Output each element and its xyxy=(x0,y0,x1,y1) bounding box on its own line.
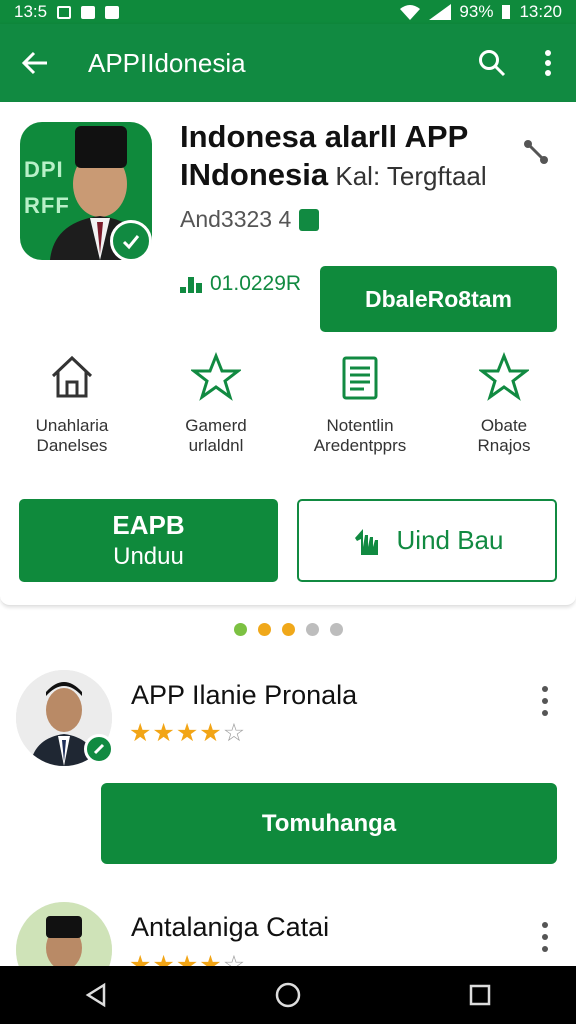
system-nav-bar xyxy=(0,966,576,1024)
more-vert-icon-dot xyxy=(542,698,548,704)
share-button[interactable] xyxy=(522,136,552,166)
hand-pointer-icon xyxy=(354,528,378,555)
wifi-icon xyxy=(400,5,421,20)
star-filled-icon: ★ xyxy=(129,719,153,747)
install-button[interactable]: EAPB Unduu xyxy=(19,499,278,582)
version-row: And3323 4 xyxy=(180,206,320,233)
list-item-title: Antalaniga Catai xyxy=(131,912,330,942)
feature-label: Gamerd urlaldnl xyxy=(185,416,247,455)
app-bar-title: APPIIdonesia xyxy=(88,47,246,78)
status-bar: 13:5 93% 13:20 xyxy=(0,0,576,24)
recents-square-icon xyxy=(469,984,491,1006)
more-vert-icon-dot xyxy=(542,946,548,952)
star-filled-icon: ★ xyxy=(175,719,200,747)
avatar-portrait xyxy=(16,902,112,966)
app-title-line1: Indonesa alarll APP xyxy=(180,119,469,154)
app-title-subtitle: Kal: Tergftaal xyxy=(328,161,487,191)
status-time-right: 13:20 xyxy=(519,2,562,21)
feature-row: Unahlaria Danelses Gamerd urlaldnl Noten… xyxy=(0,352,576,462)
more-vert-icon-dot xyxy=(542,934,548,940)
list-item-title: APP Ilanie Pronala xyxy=(131,680,358,710)
app-detail-card: DPI RFF Indonesa alarll APP INdonesia Ka… xyxy=(0,102,576,606)
page-dot[interactable] xyxy=(257,623,271,636)
app-title: Indonesa alarll APP INdonesia Kal: Tergf… xyxy=(180,118,520,195)
more-vert-icon-dot xyxy=(542,922,548,928)
page-indicator xyxy=(0,623,576,636)
version-badge-icon xyxy=(299,208,320,231)
nav-back-button[interactable] xyxy=(66,966,126,1024)
list-item-more-button[interactable] xyxy=(533,922,557,952)
star-outline-icon xyxy=(479,352,529,401)
share-icon xyxy=(524,140,548,164)
signal-icon xyxy=(429,4,452,20)
download-icon xyxy=(105,5,120,19)
star-filled-icon: ★ xyxy=(175,951,200,966)
download-count: 01.0229R xyxy=(178,272,301,296)
star-filled-icon: ★ xyxy=(129,951,153,966)
avatar-verified-badge xyxy=(84,734,114,764)
feature-label: Obate Rnajos xyxy=(477,416,531,455)
secondary-action-label: Uind Bau xyxy=(396,525,504,555)
top-app-bar: APPIIdonesia xyxy=(0,24,576,102)
star-empty-icon: ☆ xyxy=(222,951,247,966)
overflow-menu-button[interactable] xyxy=(520,24,576,102)
list-action-button[interactable]: Tomuhanga xyxy=(101,783,557,864)
lock-icon xyxy=(81,5,96,19)
page-dot[interactable] xyxy=(233,623,247,636)
page-dot[interactable] xyxy=(305,623,319,636)
search-icon xyxy=(479,50,506,77)
home-circle-icon xyxy=(275,982,301,1008)
app-title-line2: INdonesia xyxy=(180,157,329,192)
feature-item[interactable]: Gamerd urlaldnl xyxy=(144,352,288,462)
install-button-line2: Unduu xyxy=(113,543,184,570)
download-count-icon xyxy=(180,277,202,293)
verified-badge xyxy=(110,220,152,262)
star-filled-icon: ★ xyxy=(152,951,176,966)
back-button[interactable] xyxy=(0,24,70,102)
list-item-more-button[interactable] xyxy=(533,686,557,716)
nav-home-button[interactable] xyxy=(258,966,318,1024)
nav-recents-button[interactable] xyxy=(450,966,510,1024)
app-screen: 13:5 93% 13:20 APPIIdonesia DPI RFF Indo… xyxy=(0,0,576,1024)
download-count-text: 01.0229R xyxy=(210,272,302,295)
feature-item[interactable]: Unahlaria Danelses xyxy=(0,352,144,462)
secondary-action-button[interactable]: Uind Bau xyxy=(297,499,557,582)
feature-item[interactable]: Obate Rnajos xyxy=(432,352,576,462)
check-icon xyxy=(122,235,140,250)
star-filled-icon: ★ xyxy=(199,719,223,747)
page-dot[interactable] xyxy=(281,623,295,636)
back-triangle-icon xyxy=(85,982,106,1008)
star-outline-icon xyxy=(191,352,241,401)
rating-stars: ★★★★☆ xyxy=(129,950,246,966)
star-filled-icon: ★ xyxy=(199,951,223,966)
search-button[interactable] xyxy=(464,24,520,102)
more-vert-icon-dot xyxy=(542,686,548,692)
feature-label: Unahlaria Danelses xyxy=(35,416,109,455)
star-filled-icon: ★ xyxy=(152,719,176,747)
primary-action-button[interactable]: DbaleRo8tam xyxy=(320,266,557,332)
install-button-line1: EAPB xyxy=(112,510,185,540)
star-empty-icon: ☆ xyxy=(222,719,247,747)
feature-item[interactable]: Notentlin Aredentpprs xyxy=(288,352,432,462)
house-icon xyxy=(51,355,93,398)
arrow-left-icon xyxy=(21,51,47,75)
avatar xyxy=(16,902,112,966)
battery-percent: 93% xyxy=(459,2,494,21)
rating-stars: ★★★★☆ xyxy=(129,718,246,748)
document-icon xyxy=(342,356,378,400)
page-dot[interactable] xyxy=(329,623,343,636)
check-icon xyxy=(93,743,105,755)
more-vert-icon-dot xyxy=(542,710,548,716)
version-text: And3323 4 xyxy=(180,206,292,232)
notification-icon xyxy=(57,5,72,19)
more-vert-icon xyxy=(545,50,551,76)
list-item[interactable]: APP Ilanie Pronala ★★★★☆ xyxy=(0,668,576,778)
feature-label: Notentlin Aredentpprs xyxy=(313,416,407,455)
battery-icon xyxy=(502,5,511,19)
status-time-left: 13:5 xyxy=(14,2,48,21)
list-item[interactable]: Antalaniga Catai ★★★★☆ xyxy=(0,900,576,966)
